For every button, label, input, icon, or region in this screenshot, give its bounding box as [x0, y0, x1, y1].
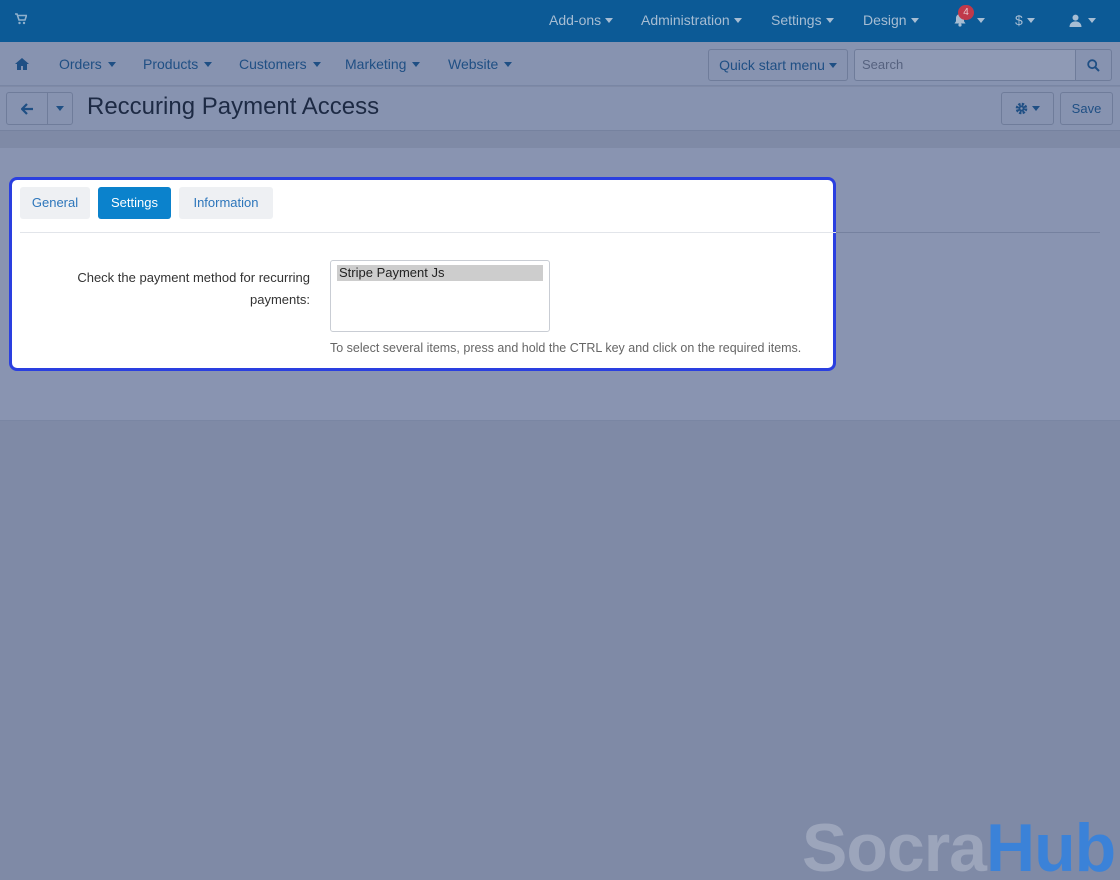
- settings-panel: General Settings Information Check the p…: [9, 177, 836, 371]
- chevron-down-icon: [977, 18, 985, 23]
- chevron-down-icon: [828, 63, 837, 68]
- nav-marketing-label: Marketing: [345, 56, 407, 72]
- chevron-down-icon: [312, 62, 321, 67]
- chevron-down-icon: [733, 18, 742, 23]
- administration-label: Administration: [641, 12, 730, 28]
- watermark-logo: SocraHub: [802, 808, 1116, 880]
- notification-count-badge: 4: [958, 5, 974, 20]
- search-button[interactable]: [1075, 49, 1112, 81]
- quick-start-menu-button[interactable]: Quick start menu: [708, 49, 848, 81]
- tab-general[interactable]: General: [20, 187, 90, 219]
- back-button[interactable]: [6, 92, 48, 125]
- nav-orders-label: Orders: [59, 56, 102, 72]
- tabs-divider: [20, 232, 836, 233]
- chevron-down-icon: [412, 62, 421, 67]
- settings-menu[interactable]: Settings: [771, 12, 834, 28]
- user-icon: [1069, 14, 1082, 27]
- payment-method-label: Check the payment method for recurring p…: [77, 270, 310, 307]
- design-menu[interactable]: Design: [863, 12, 919, 28]
- settings-label: Settings: [771, 12, 822, 28]
- watermark-part2: Hub: [986, 810, 1116, 880]
- top-bar: Add-ons Administration Settings Design 4…: [0, 0, 1120, 42]
- nav-products-label: Products: [143, 56, 199, 72]
- page-title: Reccuring Payment Access: [87, 93, 380, 120]
- currency-label: $: [1015, 12, 1023, 28]
- home-icon[interactable]: [15, 57, 29, 73]
- chevron-down-icon: [1088, 18, 1096, 23]
- nav-orders[interactable]: Orders: [59, 56, 116, 72]
- search-input[interactable]: Search: [854, 49, 1075, 81]
- back-dropdown-button[interactable]: [47, 92, 73, 125]
- chevron-down-icon: [825, 18, 834, 23]
- cart-icon[interactable]: [15, 12, 28, 28]
- chevron-down-icon: [1026, 18, 1035, 23]
- nav-customers-label: Customers: [239, 56, 307, 72]
- chevron-down-icon: [1032, 106, 1040, 111]
- nav-website[interactable]: Website: [448, 56, 513, 72]
- administration-menu[interactable]: Administration: [641, 12, 742, 28]
- chevron-down-icon: [910, 18, 919, 23]
- chevron-down-icon: [605, 18, 614, 23]
- divider: [835, 232, 1100, 233]
- addons-label: Add-ons: [549, 12, 602, 28]
- chevron-down-icon: [107, 62, 116, 67]
- nav-products[interactable]: Products: [143, 56, 213, 72]
- nav-website-label: Website: [448, 56, 499, 72]
- quick-start-label: Quick start menu: [719, 57, 825, 73]
- chevron-down-icon: [504, 62, 513, 67]
- nav-customers[interactable]: Customers: [239, 56, 321, 72]
- title-bar: Reccuring Payment Access Save: [0, 87, 1120, 131]
- multi-select-help-text: To select several items, press and hold …: [330, 341, 802, 355]
- design-label: Design: [863, 12, 907, 28]
- payment-method-option[interactable]: Stripe Payment Js: [337, 265, 543, 281]
- save-button[interactable]: Save: [1060, 92, 1113, 125]
- search-icon: [1087, 58, 1100, 72]
- user-menu[interactable]: [1069, 12, 1096, 28]
- chevron-down-icon: [56, 106, 64, 111]
- nav-marketing[interactable]: Marketing: [345, 56, 421, 72]
- addons-menu[interactable]: Add-ons: [549, 12, 614, 28]
- watermark-part1: Socra: [802, 810, 987, 880]
- main-navbar: Orders Products Customers Marketing Webs…: [0, 42, 1120, 86]
- arrow-left-icon: [20, 102, 33, 115]
- settings-gear-button[interactable]: [1001, 92, 1054, 125]
- gear-icon: [1015, 102, 1028, 115]
- chevron-down-icon: [204, 62, 213, 67]
- tab-settings[interactable]: Settings: [98, 187, 171, 219]
- tab-information[interactable]: Information: [179, 187, 273, 219]
- currency-menu[interactable]: $: [1015, 12, 1035, 28]
- payment-method-select[interactable]: Stripe Payment Js: [330, 260, 550, 332]
